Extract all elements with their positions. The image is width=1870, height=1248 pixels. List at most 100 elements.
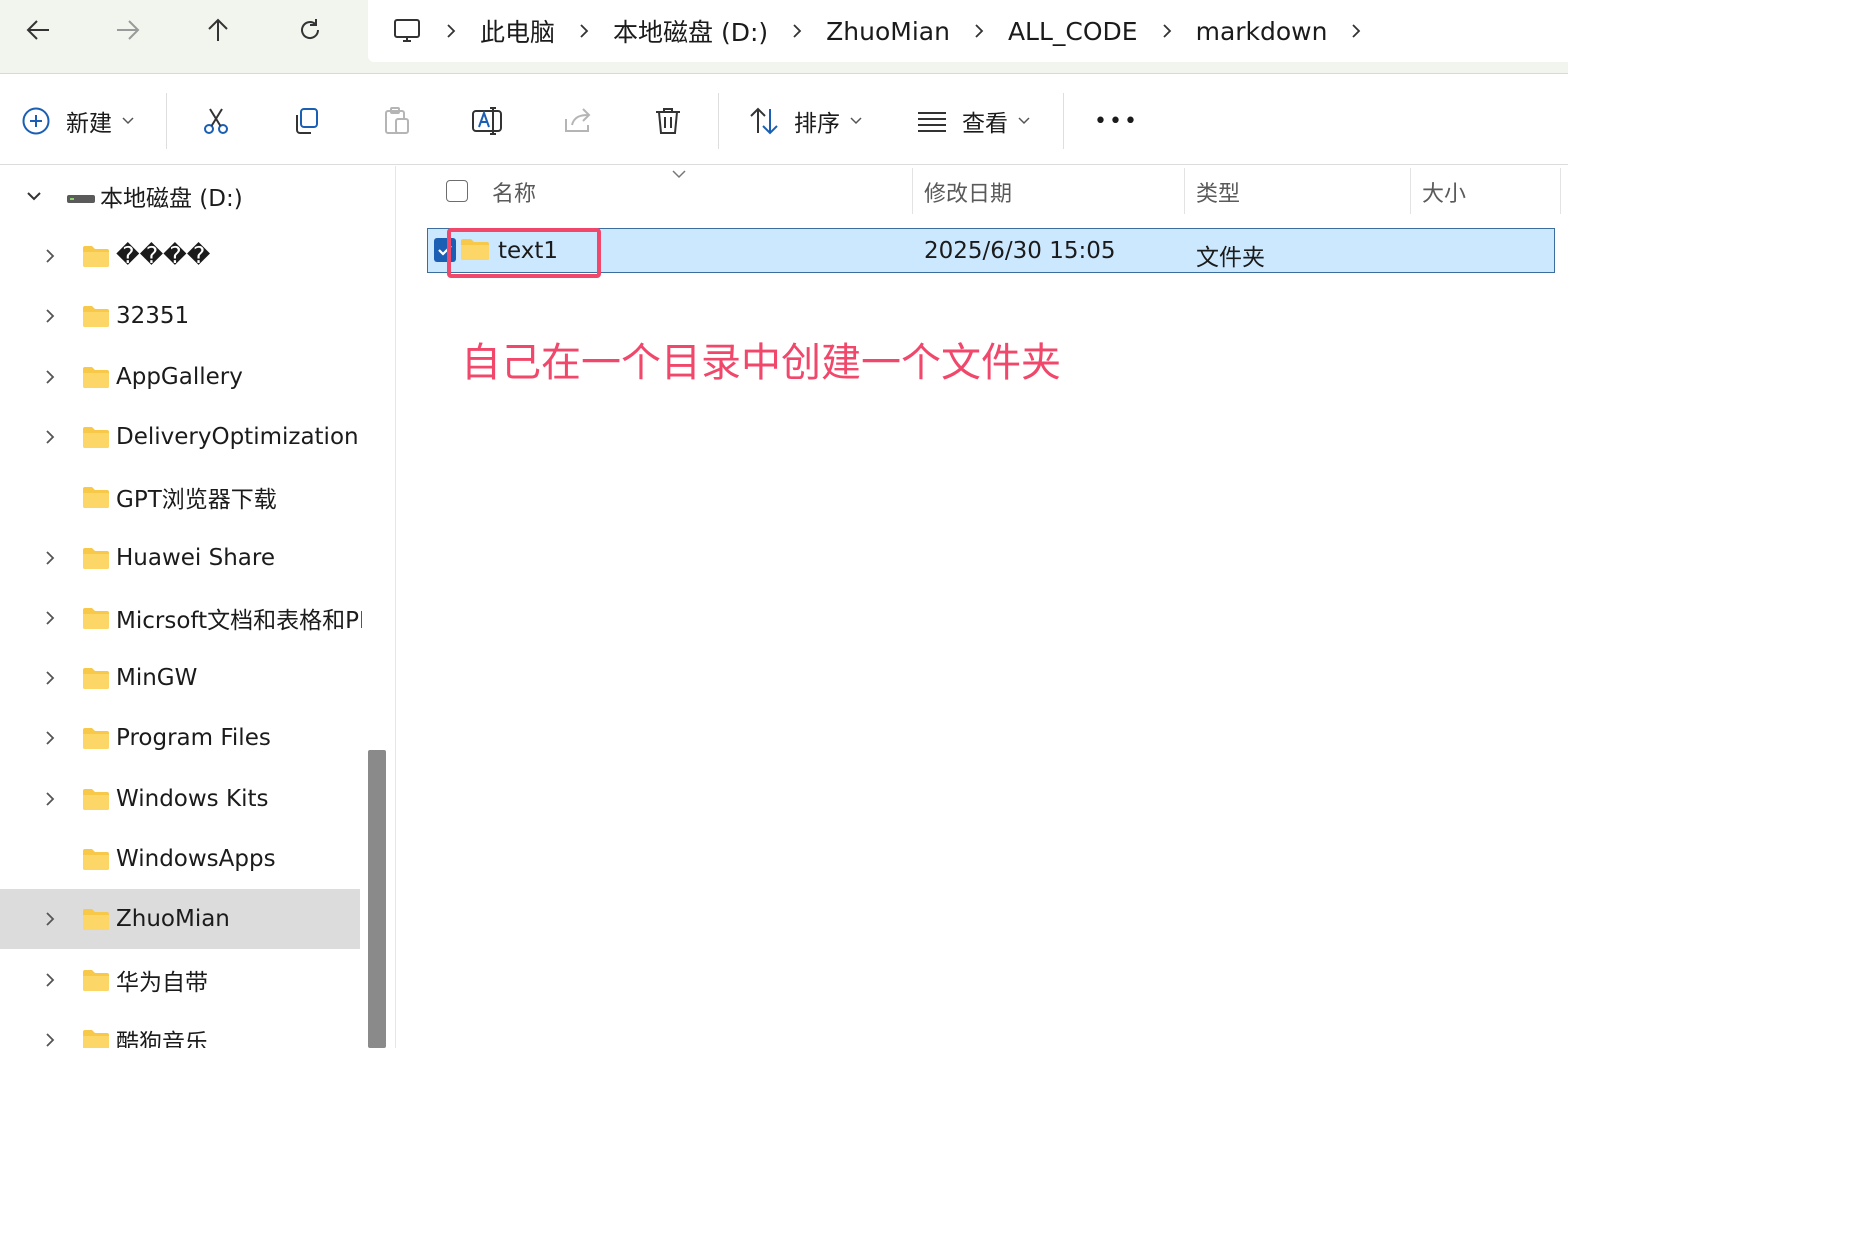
- copy-button[interactable]: [290, 99, 322, 143]
- nav-item[interactable]: DeliveryOptimization: [0, 407, 360, 467]
- nav-item[interactable]: Micrsoft文档和表格和PPT: [0, 588, 362, 648]
- pane-divider: [395, 166, 396, 1048]
- sort-button[interactable]: 排序: [748, 99, 862, 143]
- folder-icon: [82, 606, 110, 630]
- chevron-right-icon[interactable]: [42, 369, 58, 385]
- chevron-right-icon[interactable]: [42, 972, 58, 988]
- nav-item[interactable]: AppGallery: [0, 347, 360, 407]
- chevron-down-icon[interactable]: [26, 188, 42, 204]
- breadcrumb-zhuomian[interactable]: ZhuoMian: [826, 17, 950, 46]
- chevron-right-icon[interactable]: [1138, 24, 1196, 38]
- nav-scrollbar[interactable]: [368, 750, 386, 1048]
- column-divider[interactable]: [1184, 168, 1185, 214]
- breadcrumb-all-code[interactable]: ALL_CODE: [1008, 17, 1138, 46]
- cut-icon: [200, 105, 232, 137]
- chevron-right-icon[interactable]: [42, 791, 58, 807]
- column-divider[interactable]: [1560, 168, 1561, 214]
- column-size[interactable]: 大小: [1422, 176, 1466, 208]
- breadcrumb-markdown[interactable]: markdown: [1196, 17, 1328, 46]
- nav-item[interactable]: Program Files: [0, 708, 360, 768]
- new-button[interactable]: 新建: [20, 99, 134, 143]
- more-button[interactable]: •••: [1094, 99, 1139, 143]
- nav-item[interactable]: ZhuoMian: [0, 889, 360, 950]
- nav-item-drive-d[interactable]: 本地磁盘 (D:): [0, 166, 360, 226]
- chevron-down-icon: [1018, 112, 1030, 131]
- chevron-right-icon[interactable]: [1327, 24, 1385, 38]
- column-divider[interactable]: [1410, 168, 1411, 214]
- breadcrumb: 此电脑 本地磁盘 (D:) ZhuoMian ALL_CODE markdown: [368, 0, 1568, 62]
- up-arrow-icon[interactable]: [198, 10, 238, 50]
- nav-item[interactable]: MinGW: [0, 648, 360, 708]
- nav-item[interactable]: 酷狗音乐: [0, 1010, 360, 1048]
- paste-button[interactable]: [381, 99, 413, 143]
- cut-button[interactable]: [200, 99, 232, 143]
- chevron-right-icon[interactable]: [42, 550, 58, 566]
- chevron-down-icon: [850, 112, 862, 131]
- nav-item-label: Micrsoft文档和表格和PPT: [116, 607, 362, 634]
- view-button-label: 查看: [962, 111, 1008, 137]
- column-name[interactable]: 名称: [492, 176, 536, 208]
- sort-caret-icon: [672, 164, 686, 179]
- add-circle-icon: [20, 105, 52, 137]
- chevron-right-icon[interactable]: [555, 24, 613, 38]
- share-button[interactable]: [562, 99, 594, 143]
- nav-item-label: Huawei Share: [116, 544, 276, 571]
- new-button-label: 新建: [66, 111, 112, 137]
- sort-icon: [748, 105, 780, 137]
- folder-icon: [82, 244, 110, 268]
- annotation-text: 自己在一个目录中创建一个文件夹: [461, 340, 1061, 386]
- select-all-checkbox[interactable]: [446, 180, 468, 202]
- chevron-right-icon[interactable]: [42, 670, 58, 686]
- folder-icon: [82, 787, 110, 811]
- chevron-right-icon[interactable]: [950, 24, 1008, 38]
- column-header: 名称 修改日期 类型 大小: [398, 166, 1568, 216]
- nav-item[interactable]: Huawei Share: [0, 528, 360, 588]
- chevron-right-icon[interactable]: [42, 1032, 58, 1048]
- chevron-right-icon[interactable]: [42, 248, 58, 264]
- nav-item[interactable]: 华为自带: [0, 950, 360, 1010]
- nav-item[interactable]: GPT浏览器下载: [0, 467, 360, 527]
- chevron-right-icon[interactable]: [42, 730, 58, 746]
- chevron-down-icon: [122, 112, 134, 131]
- folder-icon: [82, 968, 110, 992]
- chevron-right-icon[interactable]: [422, 24, 480, 38]
- view-button[interactable]: 查看: [916, 99, 1030, 143]
- chevron-right-icon[interactable]: [42, 429, 58, 445]
- rename-button[interactable]: [471, 99, 503, 143]
- divider: [166, 93, 167, 149]
- computer-icon[interactable]: [392, 16, 422, 46]
- folder-icon: [82, 485, 110, 509]
- nav-item[interactable]: WindowsApps: [0, 829, 360, 889]
- copy-icon: [290, 105, 322, 137]
- back-arrow-icon[interactable]: [18, 10, 58, 50]
- nav-item-label: Program Files: [116, 725, 271, 752]
- nav-item-label: GPT浏览器下载: [116, 487, 277, 514]
- address-bar: 此电脑 本地磁盘 (D:) ZhuoMian ALL_CODE markdown: [0, 0, 1568, 74]
- folder-icon: [82, 425, 110, 449]
- nav-item-label: WindowsApps: [116, 846, 276, 872]
- nav-item-label: 本地磁盘 (D:): [100, 186, 243, 212]
- nav-item[interactable]: Windows Kits: [0, 769, 360, 829]
- chevron-right-icon[interactable]: [42, 308, 58, 324]
- breadcrumb-this-pc[interactable]: 此电脑: [480, 13, 555, 49]
- column-modified[interactable]: 修改日期: [924, 176, 1012, 208]
- divider: [718, 93, 719, 149]
- column-type[interactable]: 类型: [1196, 176, 1240, 208]
- chevron-right-icon[interactable]: [768, 24, 826, 38]
- chevron-right-icon[interactable]: [42, 610, 58, 626]
- nav-item[interactable]: 32351: [0, 286, 360, 346]
- nav-item[interactable]: ����: [0, 226, 360, 286]
- share-icon: [562, 105, 594, 137]
- sort-button-label: 排序: [794, 111, 840, 137]
- nav-item-label: 32351: [116, 303, 190, 330]
- delete-button[interactable]: [652, 99, 684, 143]
- forward-arrow-icon[interactable]: [108, 10, 148, 50]
- chevron-right-icon[interactable]: [42, 911, 58, 927]
- command-bar: 新建 排序 查看 •••: [0, 75, 1568, 165]
- folder-icon: [82, 546, 110, 570]
- rename-icon: [471, 105, 503, 137]
- column-divider[interactable]: [912, 168, 913, 214]
- drive-icon: [66, 190, 96, 203]
- breadcrumb-drive-d[interactable]: 本地磁盘 (D:): [613, 13, 768, 49]
- refresh-icon[interactable]: [290, 10, 330, 50]
